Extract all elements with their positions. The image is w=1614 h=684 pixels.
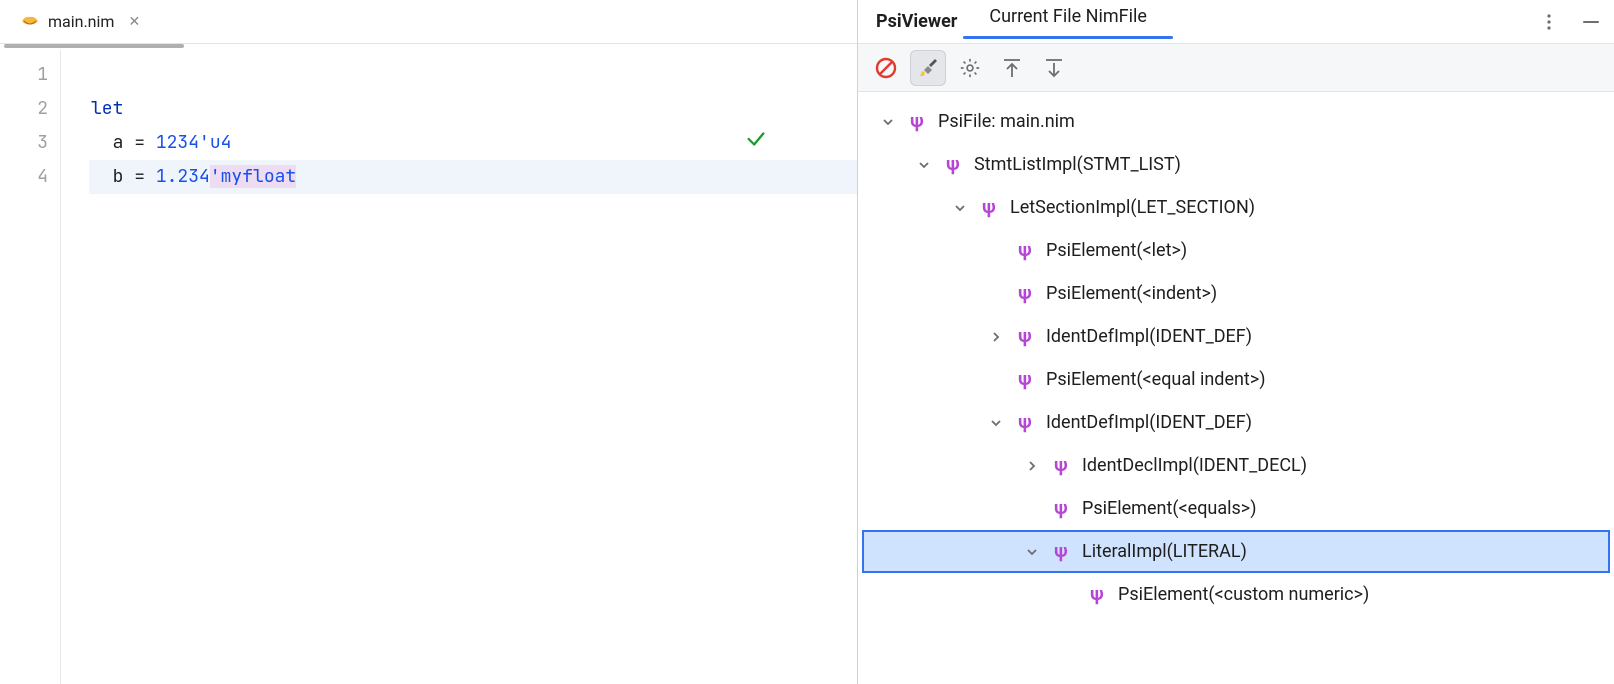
literal-b-suffix: 'myfloat (210, 165, 296, 188)
editor-body: 1 2 3 4 let a = 1234'u4 b = 1.234'myfloa… (0, 50, 857, 684)
chevron-down-icon[interactable] (918, 159, 938, 171)
editor-gutter: 1 2 3 4 (0, 50, 60, 684)
editor-tab-filename: main.nim (48, 12, 114, 31)
psi-element-icon: ψ (1014, 283, 1036, 305)
panel-tab-current-file[interactable]: Current File NimFile (979, 6, 1156, 37)
inspection-ok-icon[interactable] (745, 60, 841, 218)
psi-node-label: StmtListImpl(STMT_LIST) (974, 154, 1181, 175)
psi-node[interactable]: ψ LetSectionImpl(LET_SECTION) (862, 186, 1610, 229)
gutter-line: 1 (0, 58, 48, 92)
gutter-line: 3 (0, 126, 48, 160)
gutter-line: 4 (0, 160, 48, 194)
psi-element-icon: ψ (1050, 498, 1072, 520)
code-area[interactable]: let a = 1234'u4 b = 1.234'myfloat (61, 50, 857, 684)
psi-element-icon: ψ (1014, 240, 1036, 262)
literal-a: 1234'u4 (156, 131, 232, 154)
arrow-up-bar-icon[interactable] (994, 50, 1030, 86)
chevron-down-icon[interactable] (990, 417, 1010, 429)
editor-tab-main-nim[interactable]: main.nim ✕ (8, 6, 152, 38)
eq: = (123, 131, 155, 154)
psi-node[interactable]: ψ PsiFile: main.nim (862, 100, 1610, 143)
chevron-down-icon[interactable] (882, 116, 902, 128)
psi-node-label: LiteralImpl(LITERAL) (1082, 541, 1247, 562)
psi-element-icon: ψ (1014, 412, 1036, 434)
psi-element-icon: ψ (1050, 455, 1072, 477)
nim-file-icon (20, 12, 40, 32)
hide-panel-icon[interactable] (1576, 7, 1606, 37)
panel-header: PsiViewer Current File NimFile (858, 0, 1614, 44)
psi-node[interactable]: ψ PsiElement(<indent>) (862, 272, 1610, 315)
psi-element-icon: ψ (906, 111, 928, 133)
psi-element-icon: ψ (1014, 326, 1036, 348)
literal-b-num: 1.234 (156, 165, 210, 188)
chevron-down-icon[interactable] (1026, 546, 1046, 558)
keyword-let: let (91, 97, 123, 120)
block-icon[interactable] (868, 50, 904, 86)
psi-node[interactable]: ψ PsiElement(<custom numeric>) (862, 573, 1610, 616)
psi-toolbar (858, 44, 1614, 92)
psi-element-icon: ψ (1050, 541, 1072, 563)
chevron-down-icon[interactable] (954, 202, 974, 214)
psi-node[interactable]: ψ StmtListImpl(STMT_LIST) (862, 143, 1610, 186)
psi-node[interactable]: ψ PsiElement(<equal indent>) (862, 358, 1610, 401)
psi-element-icon: ψ (942, 154, 964, 176)
eq: = (123, 165, 155, 188)
psi-node-label: PsiElement(<let>) (1046, 240, 1187, 261)
close-icon[interactable]: ✕ (128, 14, 140, 30)
psi-node[interactable]: ψ LiteralImpl(LITERAL) (862, 530, 1610, 573)
ident-b: b (113, 165, 124, 188)
psi-node[interactable]: ψ PsiElement(<equals>) (862, 487, 1610, 530)
psi-tree[interactable]: ψ PsiFile: main.nim ψ StmtListImpl(STMT_LIS… (858, 92, 1614, 684)
psi-node[interactable]: ψ IdentDefImpl(IDENT_DEF) (862, 401, 1610, 444)
psi-node-label: PsiElement(<indent>) (1046, 283, 1217, 304)
psi-node-label: PsiElement(<equals>) (1082, 498, 1256, 519)
gear-icon[interactable] (952, 50, 988, 86)
panel-title: PsiViewer (866, 11, 967, 32)
psi-element-icon: ψ (1014, 369, 1036, 391)
more-icon[interactable] (1534, 7, 1564, 37)
psi-node[interactable]: ψ PsiElement(<let>) (862, 229, 1610, 272)
psi-node[interactable]: ψ IdentDefImpl(IDENT_DEF) (862, 315, 1610, 358)
ident-a: a (113, 131, 124, 154)
chevron-right-icon[interactable] (1026, 460, 1046, 472)
psi-node[interactable]: ψ IdentDeclImpl(IDENT_DECL) (862, 444, 1610, 487)
editor-pane: main.nim ✕ 1 2 3 4 let a = 1234'u4 b = 1… (0, 0, 858, 684)
editor-tabs: main.nim ✕ (0, 0, 857, 44)
psi-node-label: PsiElement(<custom numeric>) (1118, 584, 1369, 605)
psi-node-label: IdentDefImpl(IDENT_DEF) (1046, 412, 1252, 433)
tab-underline (4, 44, 184, 48)
gutter-line: 2 (0, 92, 48, 126)
psi-viewer-panel: PsiViewer Current File NimFile ψ PsiFile:… (858, 0, 1614, 684)
psi-node-label: IdentDefImpl(IDENT_DEF) (1046, 326, 1252, 347)
psi-node-label: PsiElement(<equal indent>) (1046, 369, 1266, 390)
highlight-brush-icon[interactable] (910, 50, 946, 86)
psi-node-label: PsiFile: main.nim (938, 111, 1075, 132)
chevron-right-icon[interactable] (990, 331, 1010, 343)
psi-node-label: IdentDeclImpl(IDENT_DECL) (1082, 455, 1307, 476)
psi-element-icon: ψ (1086, 584, 1108, 606)
psi-element-icon: ψ (978, 197, 1000, 219)
arrow-down-bar-icon[interactable] (1036, 50, 1072, 86)
psi-node-label: LetSectionImpl(LET_SECTION) (1010, 197, 1255, 218)
